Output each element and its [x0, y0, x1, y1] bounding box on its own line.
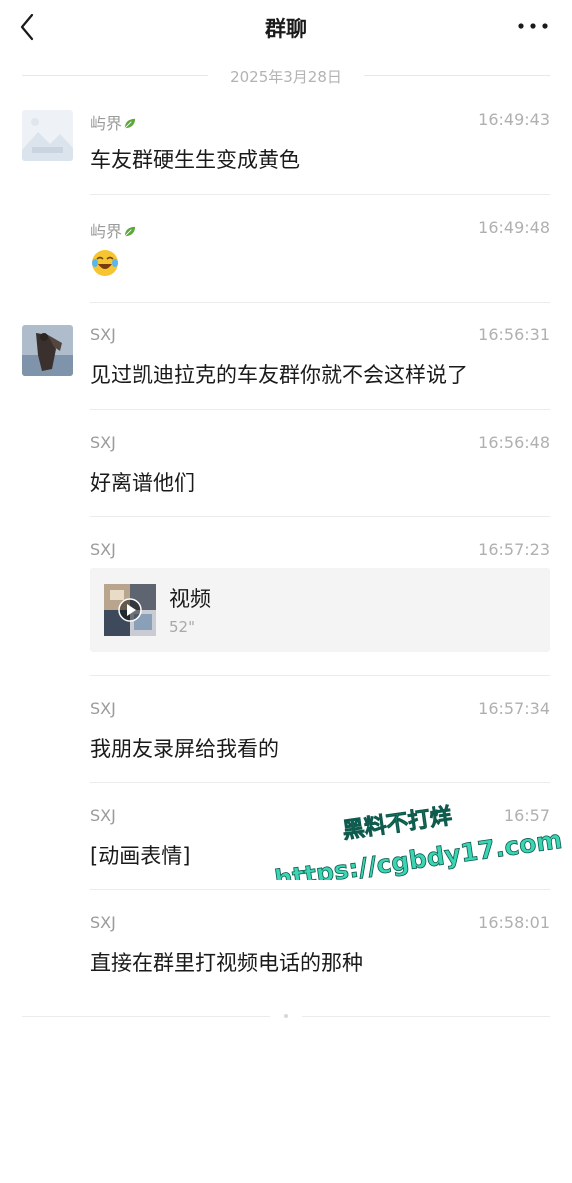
more-horizontal-icon	[518, 23, 548, 29]
sender-name: SXJ	[90, 325, 116, 344]
sender-name-text: 屿界	[90, 222, 123, 241]
play-icon	[118, 598, 142, 622]
message-divider	[90, 516, 550, 517]
separator-dot	[284, 1014, 288, 1018]
sender-name: SXJ	[90, 540, 116, 559]
message-divider	[90, 782, 550, 783]
message-time: 16:58:01	[478, 913, 550, 932]
divider	[364, 75, 550, 76]
message-item[interactable]: SXJ 16:56:31 见过凯迪拉克的车友群你就不会这样说了	[0, 325, 572, 409]
message-item[interactable]: SXJ 16:57:23 视频 52"	[0, 540, 572, 660]
message-time: 16:56:48	[478, 433, 550, 452]
end-of-history-separator	[22, 1014, 550, 1018]
divider	[22, 1016, 270, 1017]
message-time: 16:57:23	[478, 540, 550, 559]
leaf-icon	[124, 118, 136, 129]
message-text: 直接在群里打视频电话的那种	[90, 951, 363, 975]
date-label: 2025年3月28日	[230, 68, 342, 86]
message-text: [动画表情]	[90, 844, 191, 868]
message-divider	[90, 675, 550, 676]
message-time: 16:57:34	[478, 699, 550, 718]
message-item[interactable]: 屿界 16:49:43 车友群硬生生变成黄色	[0, 110, 572, 194]
video-duration: 52"	[169, 618, 195, 636]
top-bar: 群聊	[0, 0, 572, 56]
message-text: 车友群硬生生变成黄色	[90, 148, 300, 172]
message-time: 16:49:48	[478, 218, 550, 237]
message-time: 16:49:43	[478, 110, 550, 129]
sender-name: SXJ	[90, 699, 116, 718]
message-item[interactable]: SXJ 16:57 [动画表情]	[0, 806, 572, 890]
page-title: 群聊	[265, 17, 307, 41]
sender-name-text: 屿界	[90, 114, 123, 133]
message-divider	[90, 194, 550, 195]
message-item[interactable]: SXJ 16:57:34 我朋友录屏给我看的	[0, 699, 572, 783]
laughing-crying-emoji-icon	[92, 250, 118, 276]
avatar[interactable]	[22, 110, 73, 161]
sender-name: SXJ	[90, 913, 116, 932]
message-text: 见过凯迪拉克的车友群你就不会这样说了	[90, 363, 468, 387]
message-divider	[90, 889, 550, 890]
video-card[interactable]: 视频 52"	[90, 568, 550, 652]
more-options-button[interactable]	[516, 14, 550, 38]
sender-name: 屿界	[90, 110, 136, 134]
video-thumbnail[interactable]	[104, 584, 156, 636]
message-item[interactable]: 屿界 16:49:48	[0, 218, 572, 302]
avatar[interactable]	[22, 325, 73, 376]
message-divider	[90, 409, 550, 410]
sender-name: SXJ	[90, 433, 116, 452]
message-text: 我朋友录屏给我看的	[90, 737, 279, 761]
message-item[interactable]: SXJ 16:58:01 直接在群里打视频电话的那种	[0, 913, 572, 997]
video-title: 视频	[169, 587, 211, 611]
leaf-icon	[124, 226, 136, 237]
message-text: 好离谱他们	[90, 471, 195, 495]
message-time: 16:57	[503, 806, 550, 825]
message-divider	[90, 302, 550, 303]
sender-name: 屿界	[90, 218, 136, 242]
date-separator: 2025年3月28日	[22, 64, 550, 88]
emoji-message	[90, 248, 120, 283]
message-time: 16:56:31	[478, 325, 550, 344]
message-item[interactable]: SXJ 16:56:48 好离谱他们	[0, 433, 572, 517]
sender-name: SXJ	[90, 806, 116, 825]
divider	[302, 1016, 550, 1017]
